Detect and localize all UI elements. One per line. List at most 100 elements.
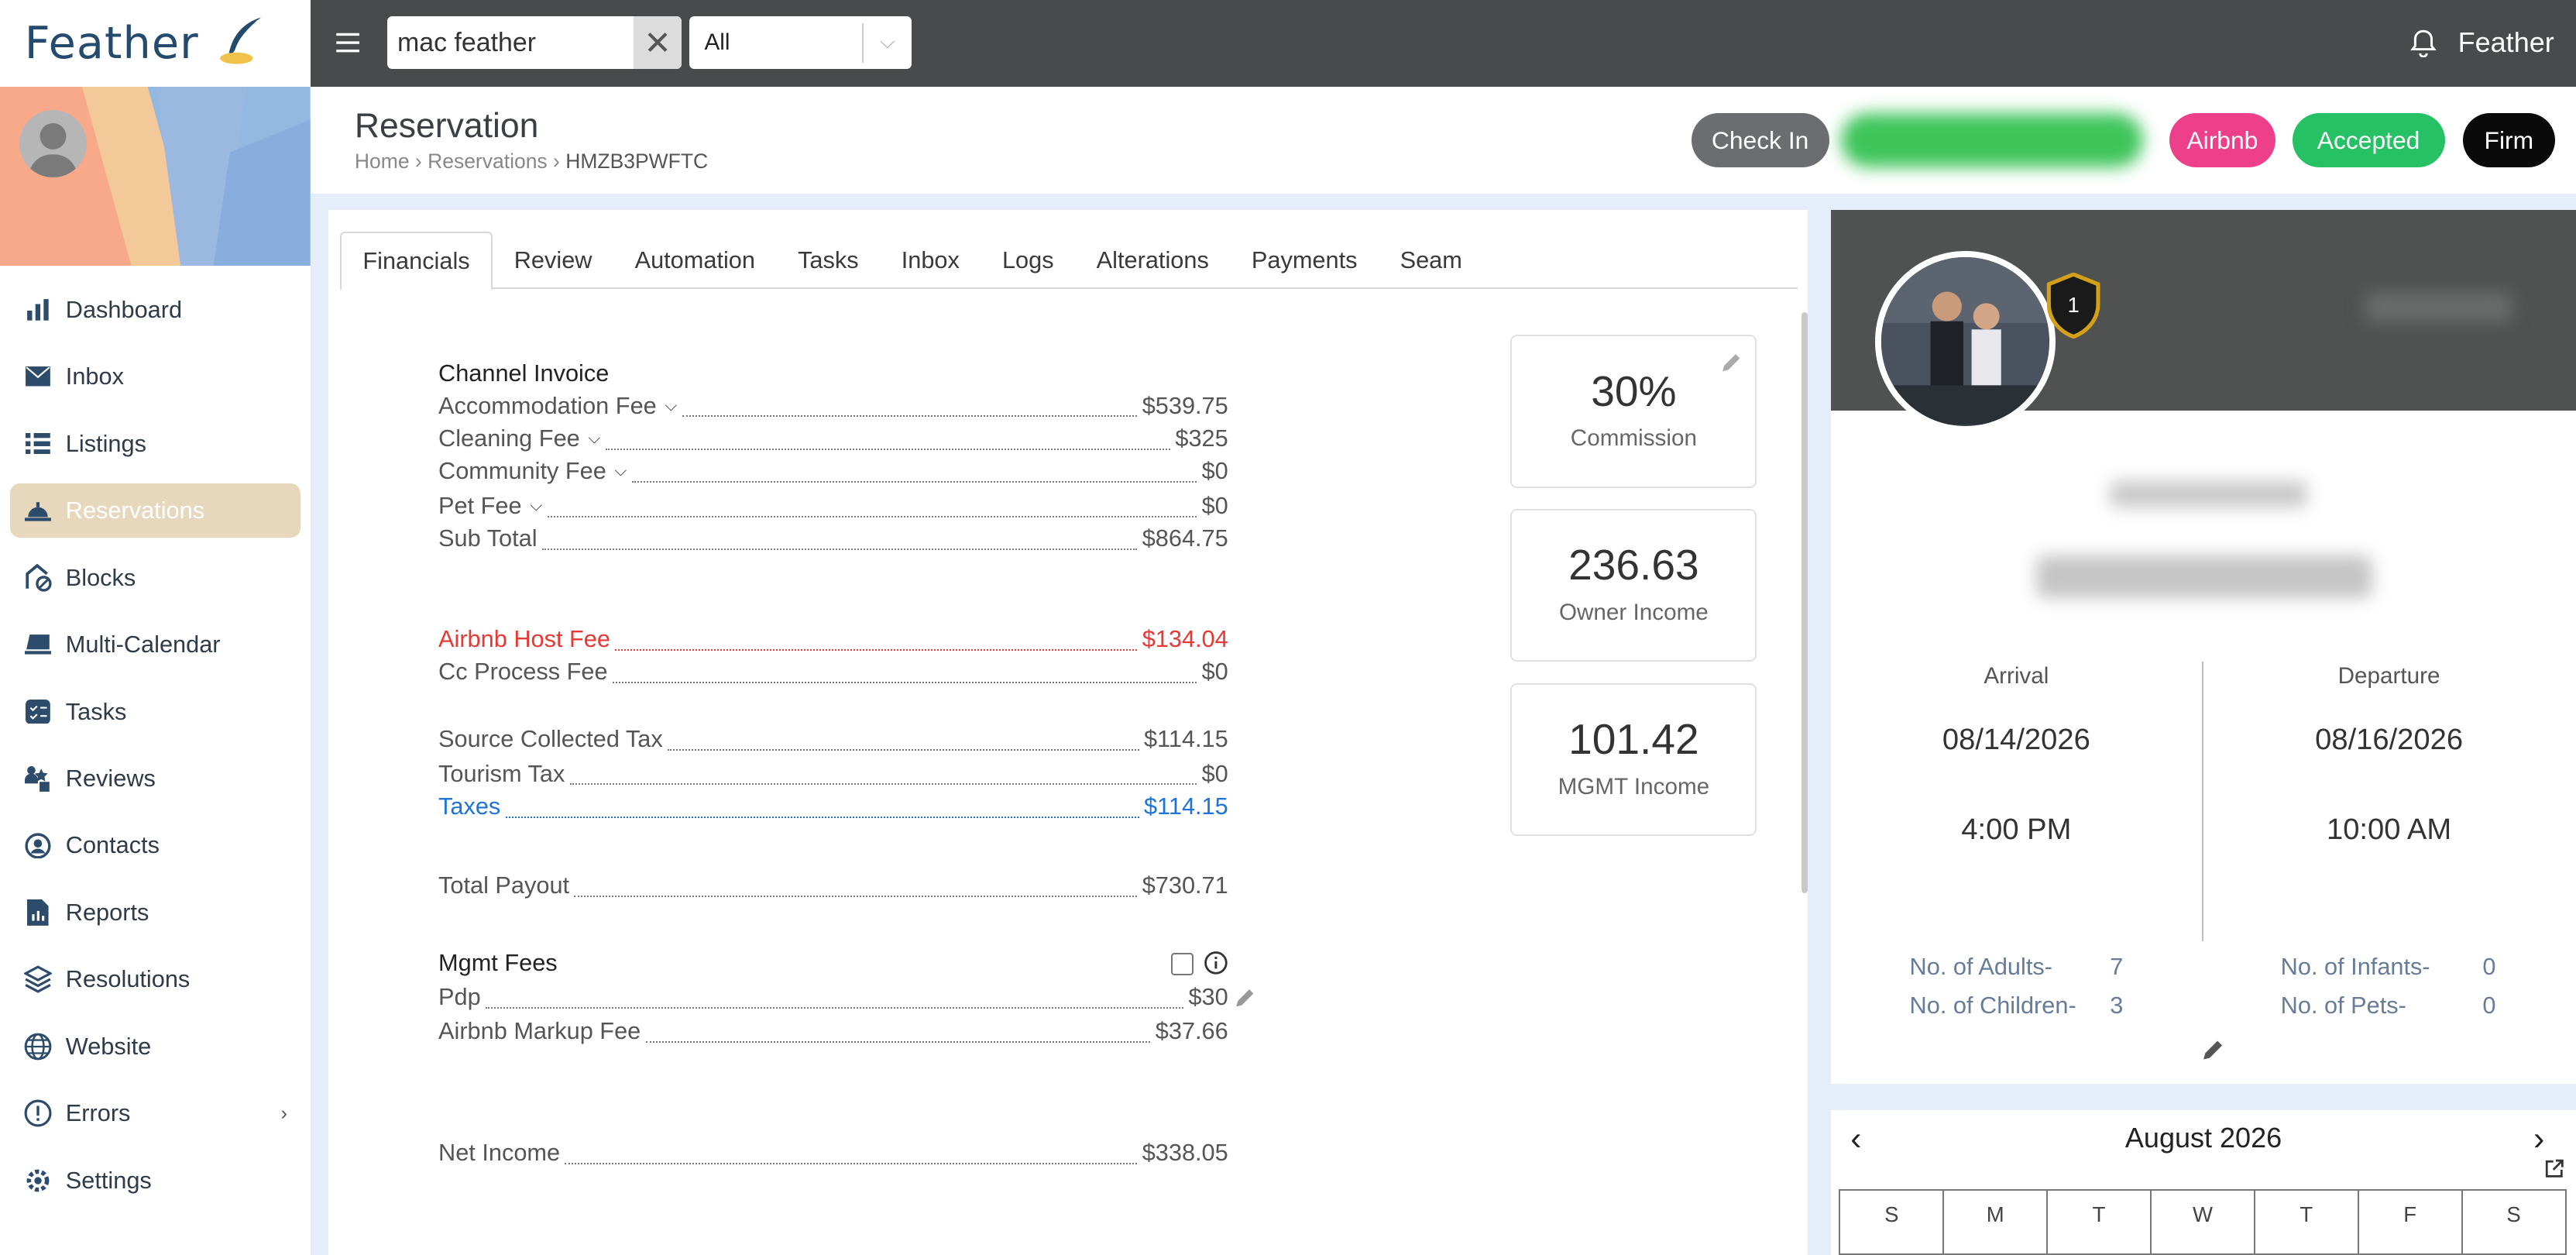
sidebar-item-label: Blocks [65,563,136,591]
level-badge-number: 1 [2068,293,2080,317]
reviews-icon [23,764,53,793]
brand-name: Feather [24,18,199,70]
fee-value: $539.75 [1142,391,1228,419]
open-external-icon[interactable] [2543,1156,2565,1186]
edit-guests-pencil-icon[interactable] [2202,1038,2225,1068]
block-icon [23,562,53,592]
sidebar-item-listings[interactable]: Listings [10,417,301,471]
arrival-time: 4:00 PM [1961,813,2072,847]
mgmt-fees-checkbox[interactable] [1170,952,1194,976]
filter-select[interactable]: All ⌵ [689,16,912,70]
sidebar-item-reservations[interactable]: Reservations [9,483,301,538]
chevron-down-icon[interactable]: ⌵ [665,397,677,415]
settings-icon [23,1166,53,1195]
tab-review[interactable]: Review [493,232,613,289]
tab-automation[interactable]: Automation [613,232,777,289]
sidebar-item-settings[interactable]: Settings [10,1154,301,1208]
info-icon[interactable] [1204,951,1228,982]
adults-count: 7 [2110,952,2124,980]
sidebar-item-website[interactable]: Website [10,1019,301,1074]
avatar[interactable] [19,110,88,177]
chevron-right-icon: › [280,1102,287,1124]
feather-logo-icon [218,14,268,74]
guest-card: 1 Arrival 08/14/2026 4:00 PM Departure 0… [1830,210,2576,1085]
weekday-label: S [1840,1190,1945,1253]
stat-label: Owner Income [1558,600,1709,626]
sidebar-item-inbox[interactable]: Inbox [10,349,301,404]
edit-pencil-icon[interactable] [1721,349,1743,380]
menu-icon[interactable] [333,28,362,57]
sidebar-item-reports[interactable]: Reports [10,885,301,940]
tab-bar: Financials Review Automation Tasks Inbox… [339,231,1798,291]
check-in-button[interactable]: Check In [1691,113,1829,168]
brand[interactable]: Feather [0,0,311,88]
children-label: No. of Children- [1909,992,2076,1019]
fee-row-taxes: Taxes $114.15 [438,790,1228,823]
type-badge[interactable]: Firm [2462,113,2555,168]
search-box[interactable]: mac feather ✕ [387,16,682,70]
sidebar-item-errors[interactable]: Errors › [10,1086,301,1140]
calendar-next-icon[interactable]: › [2533,1120,2544,1157]
scrollbar[interactable] [1801,311,1808,894]
contact-icon [23,830,53,860]
departure-time: 10:00 AM [2327,813,2452,847]
fee-label: Accommodation Fee [438,391,657,419]
user-menu[interactable]: Feather [2458,26,2554,59]
chevron-down-icon[interactable]: ⌵ [614,462,627,480]
sidebar-item-label: Errors [65,1099,131,1127]
infants-count: 0 [2482,952,2496,980]
stat-value: 101.42 [1568,715,1699,764]
weekday-label: T [2048,1190,2152,1253]
tab-payments[interactable]: Payments [1230,232,1379,289]
breadcrumb-home[interactable]: Home [355,150,410,173]
sidebar-item-contacts[interactable]: Contacts [10,819,301,873]
edit-pencil-icon[interactable] [1235,985,1256,1016]
chevron-down-icon[interactable]: ⌵ [530,497,542,515]
fee-row-source-tax: Source Collected Tax $114.15 [438,723,1228,755]
redacted-guest-info [2110,481,2307,508]
channel-badge[interactable]: Airbnb [2169,113,2276,168]
fee-value: $30 [1188,982,1228,1010]
page-title: Reservation [354,106,539,145]
fee-label: Community Fee [438,457,606,485]
fee-value: $114.15 [1143,792,1228,820]
chevron-down-icon[interactable]: ⌵ [588,429,600,448]
fee-label: Cleaning Fee [438,425,580,452]
tab-financials[interactable]: Financials [339,231,493,291]
status-badge[interactable]: Accepted [2292,113,2445,168]
infants-label: No. of Infants- [2280,952,2430,980]
fee-value: $0 [1201,658,1228,686]
divider [2201,662,2204,941]
fee-label: Pet Fee [438,491,522,519]
sidebar-item-resolutions[interactable]: Resolutions [10,952,301,1006]
clear-search-icon[interactable]: ✕ [634,16,682,70]
arrival-label: Arrival [1984,663,2049,689]
fee-row-host-fee: Airbnb Host Fee $134.04 [438,622,1228,655]
tab-alterations[interactable]: Alterations [1075,232,1230,289]
sidebar-item-tasks[interactable]: Tasks [10,685,301,739]
fee-value: $0 [1201,491,1228,519]
breadcrumb-reservations[interactable]: Reservations [428,150,548,173]
fee-row-pdp: Pdp $30 [438,981,1228,1013]
report-icon [23,898,53,927]
sidebar-item-label: Contacts [65,831,160,859]
fee-label: Cc Process Fee [438,658,608,686]
notification-bell-icon[interactable] [2410,28,2437,64]
stat-label: Commission [1570,425,1697,452]
sidebar-item-multi-calendar[interactable]: Multi-Calendar [10,617,301,672]
sidebar-item-dashboard[interactable]: Dashboard [10,283,301,337]
layers-icon [23,964,53,994]
sidebar-item-reviews[interactable]: Reviews [10,751,301,806]
chevron-down-icon[interactable]: ⌵ [861,22,912,63]
search-input[interactable]: mac feather [387,28,634,58]
bar-chart-icon [23,295,53,325]
tab-seam[interactable]: Seam [1379,232,1483,289]
fee-label: Taxes [438,792,501,820]
tab-inbox[interactable]: Inbox [880,232,981,289]
fee-label: Net Income [438,1139,561,1167]
tab-logs[interactable]: Logs [981,232,1075,289]
tab-tasks[interactable]: Tasks [777,232,881,289]
level-badge-icon: 1 [2044,272,2103,346]
weekday-label: F [2359,1190,2463,1253]
sidebar-item-blocks[interactable]: Blocks [10,551,301,605]
